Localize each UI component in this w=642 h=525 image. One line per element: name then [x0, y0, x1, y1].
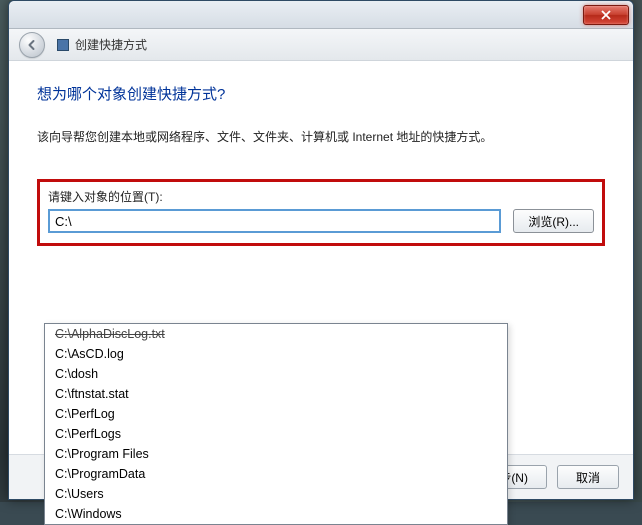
nav-title-group: 创建快捷方式	[57, 36, 147, 53]
page-description: 该向导帮您创建本地或网络程序、文件、文件夹、计算机或 Internet 地址的快…	[37, 128, 605, 147]
dropdown-item[interactable]: C:\dosh	[45, 364, 507, 384]
location-label: 请键入对象的位置(T):	[48, 188, 594, 205]
dropdown-item[interactable]: C:\PerfLog	[45, 404, 507, 424]
shortcut-icon	[57, 39, 69, 51]
close-icon	[601, 10, 611, 20]
nav-title: 创建快捷方式	[75, 36, 147, 53]
location-input[interactable]	[48, 209, 501, 233]
highlight-annotation: 请键入对象的位置(T): 浏览(R)...	[37, 179, 605, 246]
page-heading: 想为哪个对象创建快捷方式?	[37, 83, 605, 104]
dropdown-item[interactable]: C:\PerfLogs	[45, 424, 507, 444]
dropdown-item[interactable]: C:\Windows	[45, 504, 507, 524]
close-button[interactable]	[583, 5, 629, 25]
back-button[interactable]	[19, 32, 45, 58]
arrow-left-icon	[26, 39, 38, 51]
content-area: 想为哪个对象创建快捷方式? 该向导帮您创建本地或网络程序、文件、文件夹、计算机或…	[9, 61, 633, 454]
dropdown-item[interactable]: C:\ProgramData	[45, 464, 507, 484]
dropdown-item[interactable]: C:\AsCD.log	[45, 344, 507, 364]
dropdown-item[interactable]: C:\ftnstat.stat	[45, 384, 507, 404]
browse-button[interactable]: 浏览(R)...	[513, 209, 594, 233]
autocomplete-dropdown[interactable]: C:\AlphaDiscLog.txt C:\AsCD.log C:\dosh …	[44, 323, 508, 525]
dropdown-item[interactable]: C:\Users	[45, 484, 507, 504]
titlebar	[9, 1, 633, 29]
input-row: 浏览(R)...	[48, 209, 594, 233]
dropdown-item[interactable]: C:\AlphaDiscLog.txt	[45, 324, 507, 344]
dropdown-item[interactable]: C:\Program Files	[45, 444, 507, 464]
nav-strip: 创建快捷方式	[9, 29, 633, 61]
cancel-button[interactable]: 取消	[557, 465, 619, 489]
wizard-window: 创建快捷方式 想为哪个对象创建快捷方式? 该向导帮您创建本地或网络程序、文件、文…	[8, 0, 634, 500]
